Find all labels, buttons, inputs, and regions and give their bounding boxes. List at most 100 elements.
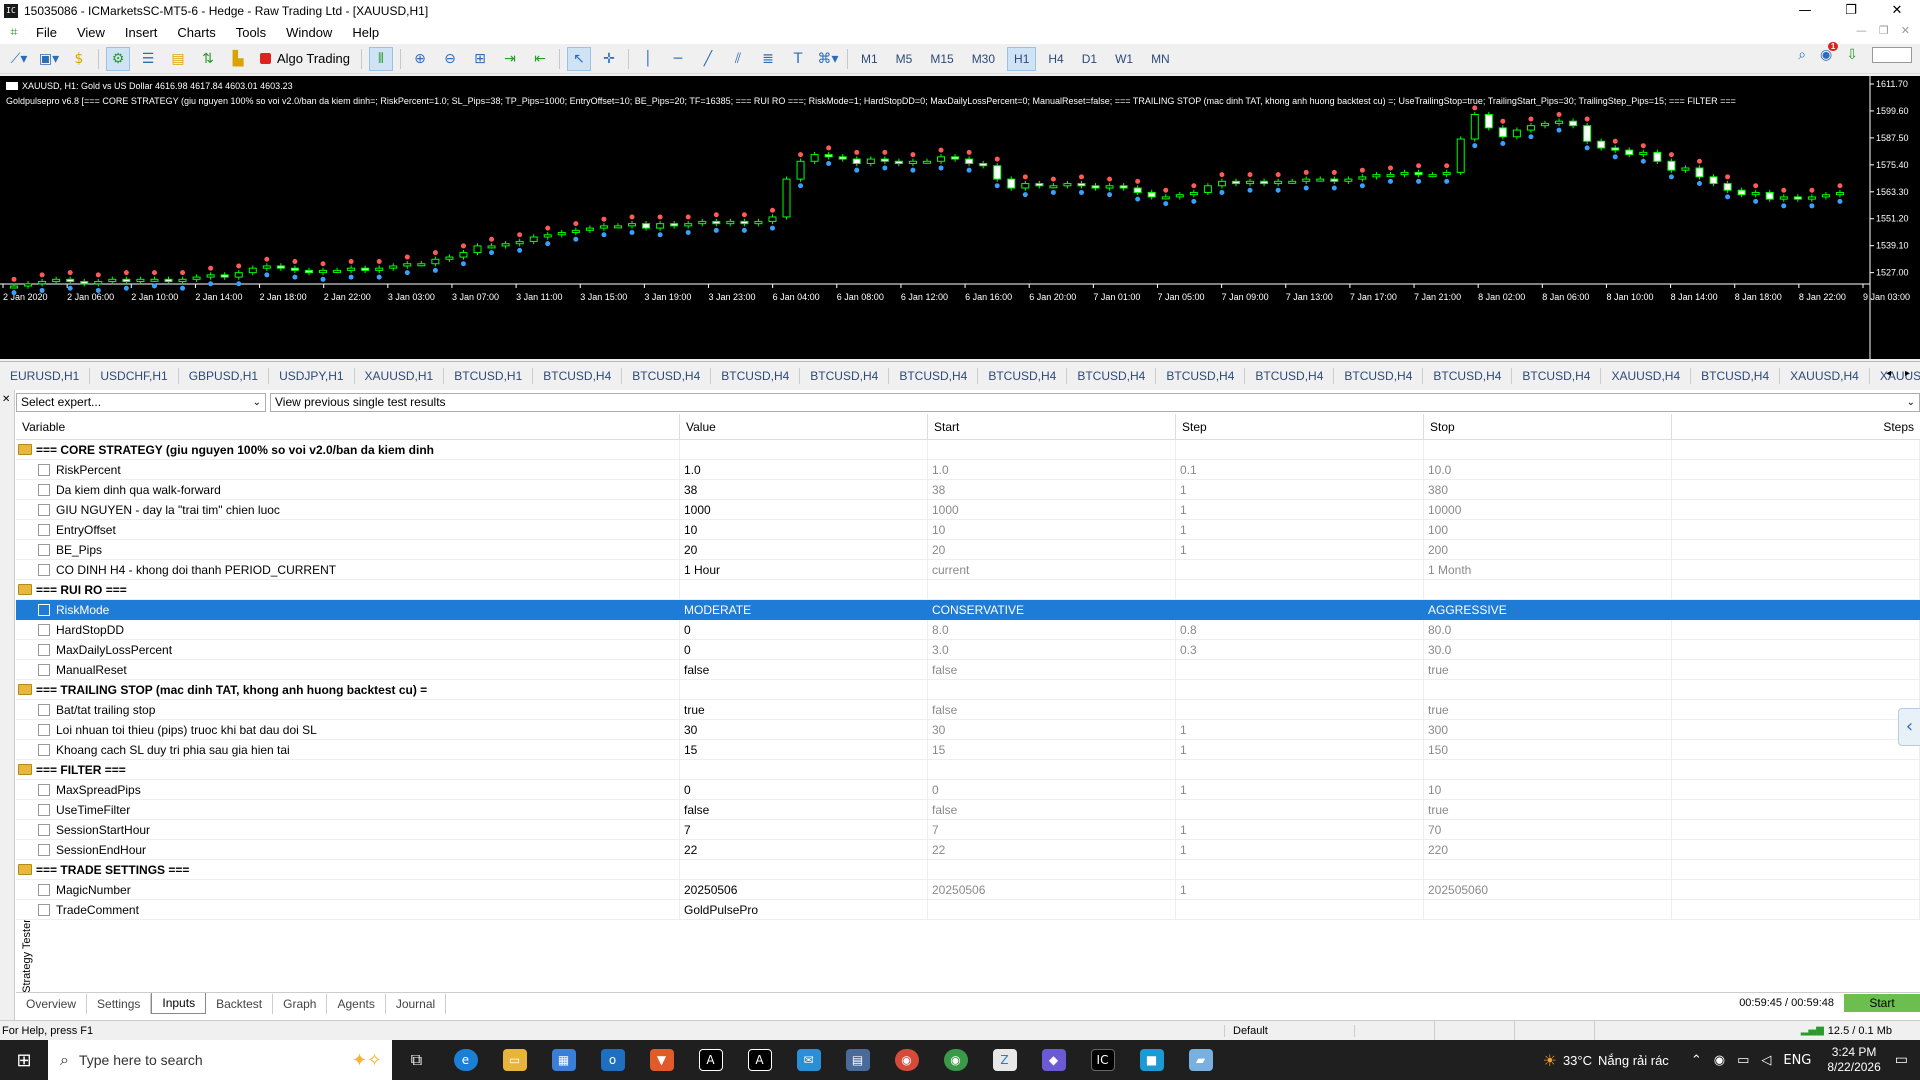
metatrader-icon[interactable]: IC — [1078, 1040, 1127, 1080]
timeframe-mn[interactable]: MN — [1145, 47, 1176, 71]
chart-tab[interactable]: BTCUSD,H4 — [711, 367, 801, 384]
toolbar-search-field[interactable] — [1872, 47, 1912, 63]
signal-icon[interactable]: ⇩ — [1846, 47, 1858, 63]
mdi-restore-icon[interactable]: ❐ — [1879, 24, 1889, 37]
chart-tab[interactable]: USDCHF,H1 — [90, 367, 179, 384]
parameter-row[interactable]: SessionStartHour 7 7 1 70 — [16, 819, 1920, 840]
parameter-start[interactable]: 1000 — [928, 499, 1176, 520]
candlesticks-icon[interactable]: ⫴ — [369, 46, 393, 71]
search-icon[interactable]: ⌕ — [1798, 47, 1806, 63]
parameter-row[interactable]: MaxDailyLossPercent 0 3.0 0.3 30.0 — [16, 639, 1920, 660]
chart-tab[interactable]: XAUUSD,H4 — [1780, 367, 1870, 384]
previous-results-dropdown[interactable]: View previous single test results ⌄ — [270, 392, 1920, 412]
parameter-start[interactable]: 3.0 — [928, 639, 1176, 660]
parameter-step[interactable] — [1176, 799, 1424, 820]
optimize-checkbox[interactable] — [38, 463, 50, 476]
parameter-value[interactable]: 7 — [680, 819, 928, 840]
channel-icon[interactable]: ⫽ — [726, 47, 750, 71]
parameter-row[interactable]: Da kiem dinh qua walk-forward 38 38 1 380 — [16, 479, 1920, 500]
parameter-value[interactable]: false — [680, 799, 928, 820]
optimize-checkbox[interactable] — [38, 723, 50, 736]
horizontal-line-icon[interactable]: ─ — [666, 47, 690, 71]
timeframe-m30[interactable]: M30 — [966, 47, 1001, 71]
parameter-value[interactable]: 10 — [680, 519, 928, 540]
zalo-icon[interactable]: Z — [980, 1040, 1029, 1080]
parameter-start[interactable]: 15 — [928, 739, 1176, 760]
menu-charts[interactable]: Charts — [167, 22, 225, 44]
price-chart[interactable]: 1611.70 1599.60 1587.50 1575.40 1563.30 1551.… — [0, 76, 1920, 359]
parameter-step[interactable]: 0.3 — [1176, 639, 1424, 660]
parameter-step[interactable] — [1176, 659, 1424, 680]
chart-tab[interactable]: GBPUSD,H1 — [179, 367, 270, 384]
parameter-stop[interactable]: true — [1424, 799, 1672, 820]
parameter-stop[interactable]: 10 — [1424, 779, 1672, 800]
close-tester-icon[interactable]: ✕ — [2, 394, 10, 405]
mdi-minimize-icon[interactable]: — — [1856, 24, 1867, 37]
parameter-start[interactable]: 20 — [928, 539, 1176, 560]
column-value[interactable]: Value — [680, 414, 928, 440]
timeframe-h1[interactable]: H1 — [1007, 46, 1037, 71]
parameter-start[interactable]: false — [928, 799, 1176, 820]
parameter-start[interactable]: 7 — [928, 819, 1176, 840]
timeframe-d1[interactable]: D1 — [1076, 47, 1103, 71]
parameter-step[interactable]: 1 — [1176, 739, 1424, 760]
parameter-stop[interactable]: 10000 — [1424, 499, 1672, 520]
parameter-value[interactable]: 0 — [680, 619, 928, 640]
parameter-value[interactable]: 20250506 — [680, 879, 928, 900]
optimize-checkbox[interactable] — [38, 623, 50, 636]
tester-tab-journal[interactable]: Journal — [386, 994, 447, 1014]
chart-tab[interactable]: BTCUSD,H4 — [889, 367, 979, 384]
parameter-stop[interactable]: 10.0 — [1424, 459, 1672, 480]
timeframe-h4[interactable]: H4 — [1042, 47, 1069, 71]
chart-tab[interactable]: BTCUSD,H1 — [444, 367, 534, 384]
parameter-start[interactable]: current — [928, 559, 1176, 580]
parameter-step[interactable] — [1176, 599, 1424, 620]
parameter-stop[interactable]: 200 — [1424, 539, 1672, 560]
chart-tab[interactable]: EURUSD,H1 — [0, 367, 91, 384]
close-button[interactable]: ✕ — [1874, 0, 1920, 22]
tester-tab-settings[interactable]: Settings — [87, 994, 152, 1014]
parameter-value[interactable]: true — [680, 699, 928, 720]
menu-file[interactable]: File — [26, 22, 67, 44]
store-icon[interactable]: ▦ — [539, 1040, 588, 1080]
chart-tab[interactable]: BTCUSD,H4 — [1691, 367, 1781, 384]
chart-tab[interactable]: XAUUSD,H4 — [1601, 367, 1692, 384]
parameter-start[interactable]: 22 — [928, 839, 1176, 860]
parameter-step[interactable] — [1176, 899, 1424, 920]
parameter-row[interactable]: ManualReset false false true — [16, 659, 1920, 680]
tester-tab-backtest[interactable]: Backtest — [206, 994, 274, 1014]
parameter-step[interactable]: 0.1 — [1176, 459, 1424, 480]
language-indicator[interactable]: ENG — [1783, 1053, 1811, 1068]
parameter-value[interactable]: 15 — [680, 739, 928, 760]
text-icon[interactable]: T — [786, 47, 810, 71]
parameter-row[interactable]: RiskPercent 1.0 1.0 0.1 10.0 — [16, 459, 1920, 480]
chart-tab[interactable]: BTCUSD,H4 — [1423, 367, 1513, 384]
zoom-out-icon[interactable]: ⊖ — [438, 47, 462, 71]
parameter-stop[interactable]: true — [1424, 699, 1672, 720]
navigator-icon[interactable]: ▤ — [166, 47, 190, 71]
group-row[interactable]: === RUI RO === — [16, 579, 1920, 600]
weather-widget[interactable]: ☀ 33°C Nắng rải rác — [1543, 1051, 1669, 1070]
parameter-start[interactable]: 1.0 — [928, 459, 1176, 480]
chart-tab[interactable]: BTCUSD,H4 — [533, 367, 623, 384]
zoom-in-icon[interactable]: ⊕ — [408, 47, 432, 71]
parameter-start[interactable] — [928, 899, 1176, 920]
parameter-step[interactable]: 1 — [1176, 499, 1424, 520]
tester-tab-inputs[interactable]: Inputs — [151, 993, 207, 1014]
chart-tab[interactable]: BTCUSD,H4 — [1334, 367, 1424, 384]
chart-tab[interactable]: BTCUSD,H4 — [622, 367, 712, 384]
grid-icon[interactable]: ⊞ — [468, 47, 492, 71]
parameter-start[interactable]: 8.0 — [928, 619, 1176, 640]
parameter-step[interactable]: 1 — [1176, 539, 1424, 560]
notification-center-icon[interactable]: ▭ — [1895, 1052, 1908, 1068]
parameter-start[interactable]: false — [928, 659, 1176, 680]
record-icon[interactable]: ◉ — [1714, 1053, 1725, 1068]
optimize-checkbox[interactable] — [38, 883, 50, 896]
volume-icon[interactable]: ◁ — [1761, 1053, 1771, 1068]
parameter-stop[interactable]: 150 — [1424, 739, 1672, 760]
parameter-stop[interactable]: 220 — [1424, 839, 1672, 860]
parameter-value[interactable]: 22 — [680, 839, 928, 860]
parameter-value[interactable]: 1000 — [680, 499, 928, 520]
parameter-value[interactable]: 20 — [680, 539, 928, 560]
algo-trading-button[interactable]: Algo Trading — [256, 47, 354, 71]
